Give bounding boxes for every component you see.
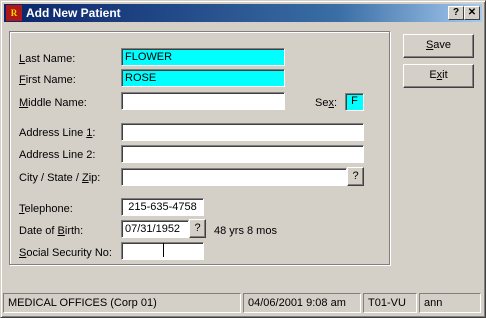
address-line-2-label: Address Line 2: — [19, 149, 96, 161]
telephone-label: Telephone: — [19, 203, 73, 215]
exit-button[interactable]: Exit — [403, 64, 474, 88]
city-state-zip-label: City / State / Zip: — [19, 172, 101, 184]
middle-name-input[interactable] — [121, 92, 285, 110]
sex-label: Sex: — [315, 97, 338, 109]
status-bar: MEDICAL OFFICES (Corp 01) 04/06/2001 9:0… — [3, 293, 481, 313]
middle-name-label: Middle Name: — [19, 97, 87, 109]
address-line-1-input[interactable] — [121, 123, 364, 141]
status-office: MEDICAL OFFICES (Corp 01) — [3, 293, 241, 313]
address-line-2-input[interactable] — [121, 145, 364, 163]
status-user: ann — [419, 293, 481, 313]
close-button[interactable]: ✕ — [464, 6, 480, 20]
first-name-label: First Name: — [19, 74, 76, 86]
save-button[interactable]: Save — [403, 34, 474, 58]
city-lookup-button[interactable]: ? — [347, 167, 364, 186]
text-cursor — [163, 243, 164, 257]
date-of-birth-label: Date of Birth: — [19, 225, 84, 237]
ssn-label: Social Security No: — [19, 247, 112, 259]
title-bar: R Add New Patient ? ✕ — [4, 4, 482, 22]
last-name-label: Last Name: — [19, 53, 76, 65]
sex-input[interactable]: F — [345, 93, 364, 111]
date-of-birth-lookup-button[interactable]: ? — [189, 219, 206, 238]
telephone-input[interactable]: 215-635-4758 — [121, 198, 204, 216]
help-button[interactable]: ? — [448, 6, 464, 20]
age-display: 48 yrs 8 mos — [214, 225, 277, 237]
window-title: Add New Patient — [26, 6, 121, 20]
status-datetime: 04/06/2001 9:08 am — [243, 293, 361, 313]
address-line-1-label: Address Line 1: — [19, 127, 96, 139]
first-name-input[interactable]: ROSE — [121, 69, 285, 87]
date-of-birth-input[interactable]: 07/31/1952 — [121, 220, 189, 238]
city-state-zip-input[interactable] — [121, 168, 347, 186]
last-name-input[interactable]: FLOWER — [121, 48, 285, 66]
status-terminal: T01-VU — [363, 293, 417, 313]
app-icon: R — [6, 5, 22, 21]
